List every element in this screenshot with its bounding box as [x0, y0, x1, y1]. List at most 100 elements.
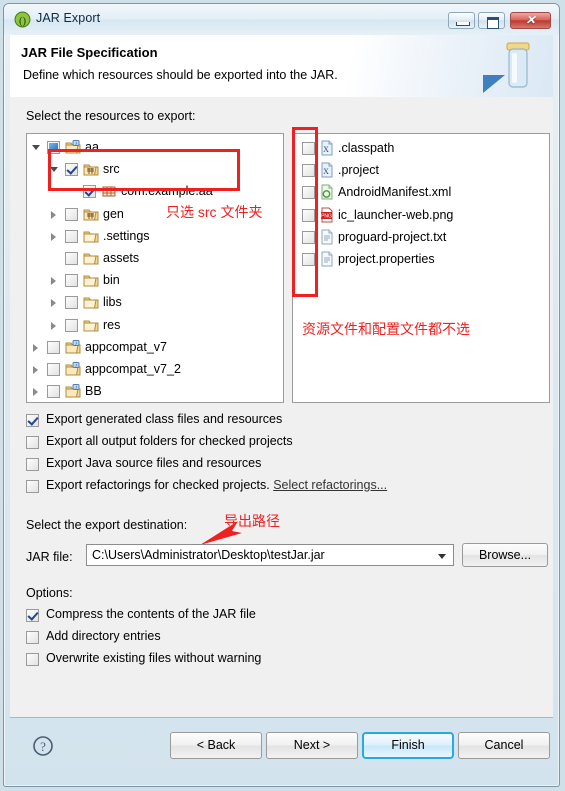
checkbox-unchecked[interactable]	[47, 385, 60, 399]
checkbox-unchecked[interactable]	[26, 480, 39, 493]
file-row-label: .project	[338, 163, 379, 178]
tree-row[interactable]: com.example.aa	[27, 181, 283, 202]
file-row-label: project.properties	[338, 252, 435, 266]
tree-row[interactable]: assets	[27, 248, 283, 269]
tree-row[interactable]: Jappcompat_v7_2	[27, 359, 283, 380]
expand-arrow-icon[interactable]	[33, 388, 38, 397]
svg-text:?: ?	[40, 739, 46, 754]
export-option-label: Export generated class files and resourc…	[46, 412, 283, 426]
source-folder-icon	[83, 162, 99, 177]
checkbox-checked[interactable]	[83, 185, 96, 199]
tree-row[interactable]: .settings	[27, 226, 283, 247]
file-row[interactable]: X .classpath	[293, 138, 549, 159]
expand-arrow-icon[interactable]	[51, 321, 56, 330]
wizard-header: JAR File Specification Define which reso…	[10, 35, 553, 98]
help-icon[interactable]: ?	[32, 735, 54, 757]
minimize-button[interactable]	[448, 12, 475, 29]
tree-row-label: libs	[103, 295, 122, 310]
checkbox-unchecked[interactable]	[26, 653, 39, 666]
file-row-label: ic_launcher-web.png	[338, 207, 454, 222]
expand-arrow-icon[interactable]	[33, 343, 38, 352]
checkbox-checked[interactable]	[65, 163, 78, 177]
collapse-arrow-icon[interactable]	[32, 145, 40, 150]
tree-row[interactable]: src	[27, 159, 283, 180]
file-row-label: proguard-project.txt	[338, 229, 447, 244]
file-row[interactable]: AndroidManifest.xml	[293, 182, 549, 203]
checkbox-unchecked[interactable]	[302, 253, 315, 266]
tree-row[interactable]: res	[27, 315, 283, 336]
close-button[interactable]: ✕	[510, 12, 551, 29]
cancel-button[interactable]: Cancel	[458, 732, 550, 759]
tree-row[interactable]: libs	[27, 292, 283, 313]
export-option-label: Export refactorings for checked projects…	[46, 478, 388, 492]
android-manifest-icon	[320, 184, 334, 200]
maximize-button[interactable]	[478, 12, 505, 29]
tree-row-label: BB	[85, 384, 102, 399]
checkbox-unchecked[interactable]	[65, 252, 78, 265]
checkbox-unchecked[interactable]	[65, 229, 78, 243]
checkbox-unchecked[interactable]	[26, 436, 39, 449]
checkbox-unchecked[interactable]	[302, 186, 315, 200]
minimize-icon	[456, 22, 470, 26]
checkbox-unchecked[interactable]	[65, 207, 78, 221]
file-row-label: .classpath	[338, 141, 395, 155]
checkbox-unchecked[interactable]	[26, 631, 39, 644]
file-row[interactable]: proguard-project.txt	[293, 227, 549, 248]
checkbox-unchecked[interactable]	[302, 230, 315, 244]
checkbox-checked[interactable]	[26, 414, 39, 427]
resource-tree[interactable]: Jaa src com.example.aa gen .settings assets bi…	[26, 133, 284, 403]
tree-row[interactable]: bin	[27, 270, 283, 291]
checkbox-unchecked[interactable]	[302, 208, 315, 222]
checkbox-unchecked[interactable]	[65, 318, 78, 332]
file-row[interactable]: X .project	[293, 160, 549, 181]
tree-row-label: bin	[103, 273, 120, 288]
folder-icon	[83, 273, 99, 288]
next-button[interactable]: Next >	[266, 732, 358, 759]
java-project-icon: J	[65, 339, 81, 355]
tree-row[interactable]: Jaa	[27, 137, 283, 158]
checkbox-unchecked[interactable]	[65, 296, 78, 310]
checkbox-unchecked[interactable]	[65, 274, 78, 288]
finish-button[interactable]: Finish	[362, 732, 454, 759]
checkbox-unchecked[interactable]	[47, 340, 60, 354]
destination-label: Select the export destination:	[26, 518, 188, 532]
jarfile-combo[interactable]: C:\Users\Administrator\Desktop\testJar.j…	[86, 544, 454, 566]
file-list[interactable]: X .classpath X .project AndroidManifest.xml P…	[292, 133, 550, 403]
checkbox-unchecked[interactable]	[302, 142, 315, 155]
chevron-down-icon[interactable]	[438, 554, 446, 559]
expand-arrow-icon[interactable]	[51, 232, 56, 241]
folder-icon	[83, 251, 99, 266]
jarfile-input[interactable]: C:\Users\Administrator\Desktop\testJar.j…	[92, 548, 325, 562]
expand-arrow-icon[interactable]	[51, 210, 56, 219]
browse-button[interactable]: Browse...	[462, 543, 548, 567]
file-row[interactable]: project.properties	[293, 249, 549, 270]
checkbox-unchecked[interactable]	[302, 164, 315, 178]
tree-row[interactable]: Jappcompat_v7	[27, 337, 283, 358]
jar-jar-icon	[483, 42, 530, 93]
checkbox-unchecked[interactable]	[26, 458, 39, 471]
select-refactorings-link[interactable]: Select refactorings...	[273, 478, 387, 492]
checkbox-partial[interactable]	[47, 141, 60, 154]
svg-text:J: J	[75, 363, 77, 368]
expand-arrow-icon[interactable]	[33, 366, 38, 374]
tree-row-label: assets	[103, 251, 140, 265]
button-bar: ? < Back Next > Finish Cancel	[10, 717, 553, 780]
java-project-icon: J	[65, 140, 81, 155]
back-button[interactable]: < Back	[170, 732, 262, 759]
checkbox-checked[interactable]	[26, 609, 39, 622]
close-icon: ✕	[525, 13, 536, 27]
tree-row-label: src	[103, 162, 120, 177]
tree-row[interactable]: J BB	[27, 381, 283, 402]
collapse-arrow-icon[interactable]	[50, 167, 58, 173]
options-label: Options:	[26, 586, 73, 600]
title-bar[interactable]: () JAR Export ✕	[4, 4, 559, 35]
svg-text:J: J	[75, 141, 77, 146]
svg-text:X: X	[323, 167, 329, 176]
expand-arrow-icon[interactable]	[51, 299, 56, 308]
tree-row-label: res	[103, 317, 121, 332]
checkbox-unchecked[interactable]	[47, 363, 60, 376]
file-row[interactable]: PNG ic_launcher-web.png	[293, 205, 549, 226]
dialog-body: Select the resources to export: Jaa src co…	[10, 97, 553, 718]
expand-arrow-icon[interactable]	[51, 277, 56, 286]
text-file-icon	[320, 229, 334, 245]
